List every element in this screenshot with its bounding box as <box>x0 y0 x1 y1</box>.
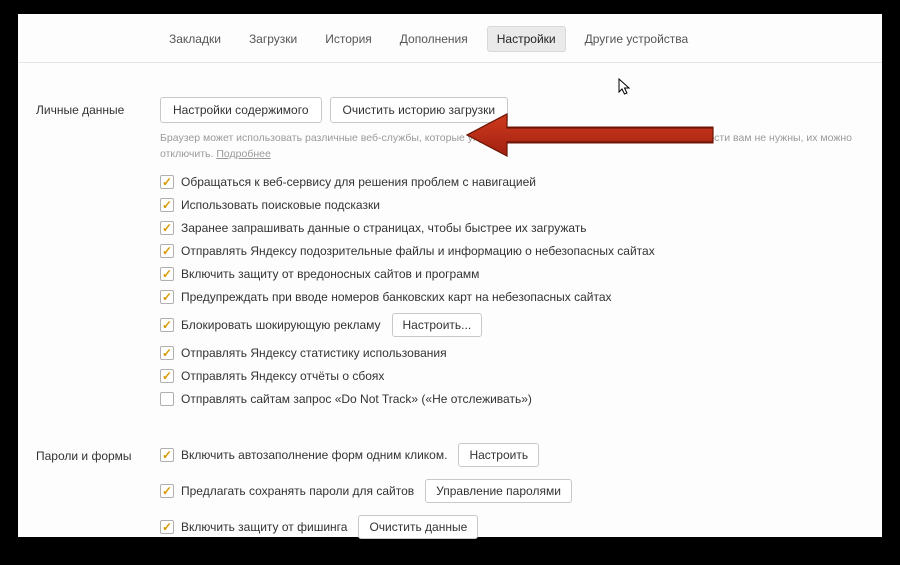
checkbox-label: Включить защиту от вредоносных сайтов и … <box>181 267 479 281</box>
checkbox-crash-reports[interactable] <box>160 369 174 383</box>
checkbox-label: Отправлять сайтам запрос «Do Not Track» … <box>181 392 532 406</box>
tab-addons[interactable]: Дополнения <box>391 27 477 51</box>
checkbox-send-suspicious[interactable] <box>160 244 174 258</box>
checkbox-label: Блокировать шокирующую рекламу <box>181 318 381 332</box>
top-tabs: Закладки Загрузки История Дополнения Нас… <box>18 14 882 52</box>
tab-other-devices[interactable]: Другие устройства <box>576 27 698 51</box>
checkbox-label: Обращаться к веб-сервису для решения про… <box>181 175 536 189</box>
tab-history[interactable]: История <box>316 27 381 51</box>
tab-settings[interactable]: Настройки <box>487 26 566 52</box>
checkbox-save-passwords[interactable] <box>160 484 174 498</box>
checkbox-prefetch[interactable] <box>160 221 174 235</box>
checkbox-label: Предупреждать при вводе номеров банковск… <box>181 290 612 304</box>
configure-ads-button[interactable]: Настроить... <box>392 313 483 337</box>
section-title-passwords: Пароли и формы <box>36 443 160 551</box>
checkbox-label: Включить автозаполнение форм одним клико… <box>181 448 447 462</box>
checkbox-block-shocking-ads[interactable] <box>160 318 174 332</box>
tab-bookmarks[interactable]: Закладки <box>160 27 230 51</box>
webservices-hint: Браузер может использовать различные веб… <box>160 131 864 163</box>
section-passwords-forms: Пароли и формы Включить автозаполнение ф… <box>18 415 882 551</box>
checkbox-nav-webservice[interactable] <box>160 175 174 189</box>
checkbox-autofill[interactable] <box>160 448 174 462</box>
checkbox-label: Включить защиту от фишинга <box>181 520 347 534</box>
checkbox-malware-protect[interactable] <box>160 267 174 281</box>
manage-passwords-button[interactable]: Управление паролями <box>425 479 572 503</box>
content-settings-button[interactable]: Настройки содержимого <box>160 97 322 123</box>
checkbox-search-suggestions[interactable] <box>160 198 174 212</box>
checkbox-do-not-track[interactable] <box>160 392 174 406</box>
clear-download-history-button[interactable]: Очистить историю загрузки <box>330 97 509 123</box>
checkbox-label: Предлагать сохранять пароли для сайтов <box>181 484 414 498</box>
configure-autofill-button[interactable]: Настроить <box>458 443 539 467</box>
checkbox-label: Использовать поисковые подсказки <box>181 198 380 212</box>
checkbox-label: Отправлять Яндексу статистику использова… <box>181 346 447 360</box>
tab-downloads[interactable]: Загрузки <box>240 27 306 51</box>
clear-data-button[interactable]: Очистить данные <box>358 515 478 539</box>
checkbox-label: Отправлять Яндексу подозрительные файлы … <box>181 244 655 258</box>
checkbox-card-warning[interactable] <box>160 290 174 304</box>
section-title-personal: Личные данные <box>36 97 160 415</box>
learn-more-link[interactable]: Подробнее <box>216 148 270 160</box>
checkbox-usage-stats[interactable] <box>160 346 174 360</box>
checkbox-label: Заранее запрашивать данные о страницах, … <box>181 221 587 235</box>
checkbox-phishing-protect[interactable] <box>160 520 174 534</box>
section-personal-data: Личные данные Настройки содержимого Очис… <box>18 63 882 415</box>
checkbox-label: Отправлять Яндексу отчёты о сбоях <box>181 369 384 383</box>
